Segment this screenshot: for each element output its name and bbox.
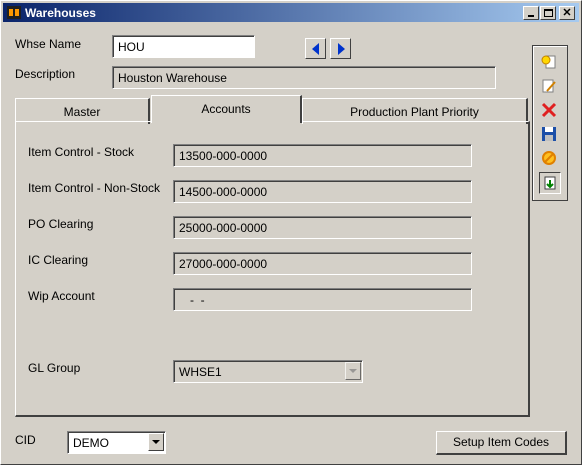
cancel-button[interactable] bbox=[539, 148, 561, 170]
item-control-nonstock-label: Item Control - Non-Stock bbox=[28, 181, 161, 195]
title-bar[interactable]: Warehouses ✕ bbox=[3, 3, 579, 22]
tab-label: Production Plant Priority bbox=[350, 105, 479, 119]
item-control-nonstock-field[interactable]: 14500-000-0000 bbox=[173, 180, 472, 203]
cid-select[interactable]: DEMO bbox=[67, 431, 166, 454]
delete-icon bbox=[541, 102, 557, 118]
gl-group-select[interactable]: WHSE1 bbox=[173, 360, 363, 383]
item-control-stock-field[interactable]: 13500-000-0000 bbox=[173, 144, 472, 167]
window-title: Warehouses bbox=[25, 6, 96, 20]
ic-clearing-label: IC Clearing bbox=[28, 253, 89, 267]
gl-group-dropdown-button[interactable] bbox=[345, 362, 361, 380]
previous-record-button[interactable] bbox=[305, 38, 326, 59]
app-icon bbox=[7, 6, 21, 19]
cid-dropdown-button[interactable] bbox=[148, 433, 164, 451]
maximize-button[interactable] bbox=[540, 6, 556, 20]
cid-value: DEMO bbox=[73, 436, 109, 450]
maximize-icon bbox=[544, 9, 553, 17]
tab-label: Master bbox=[63, 105, 101, 119]
edit-record-button[interactable] bbox=[539, 76, 561, 98]
next-record-button[interactable] bbox=[330, 38, 351, 59]
item-control-stock-label: Item Control - Stock bbox=[28, 145, 135, 159]
description-field[interactable]: Houston Warehouse bbox=[112, 66, 496, 89]
wip-account-field[interactable]: - - bbox=[173, 288, 472, 311]
description-label: Description bbox=[15, 67, 76, 81]
edit-record-icon bbox=[542, 79, 556, 93]
save-button[interactable] bbox=[539, 124, 561, 146]
po-clearing-label: PO Clearing bbox=[28, 217, 94, 231]
chevron-down-icon bbox=[349, 369, 357, 373]
setup-item-codes-label: Setup Item Codes bbox=[452, 435, 550, 449]
save-icon bbox=[542, 127, 556, 141]
record-toolbar bbox=[532, 45, 568, 201]
arrow-left-icon bbox=[312, 43, 319, 55]
gl-group-label: GL Group bbox=[28, 361, 81, 375]
new-record-icon bbox=[541, 55, 556, 69]
tab-label: Accounts bbox=[201, 102, 251, 116]
new-record-button[interactable] bbox=[539, 52, 561, 74]
refresh-icon bbox=[544, 176, 556, 190]
chevron-down-icon bbox=[152, 440, 160, 444]
tab-accounts[interactable]: Accounts bbox=[151, 95, 302, 123]
po-clearing-field[interactable]: 25000-000-0000 bbox=[173, 216, 472, 239]
whse-name-label: Whse Name bbox=[15, 37, 82, 51]
warehouses-window: Warehouses ✕ Whse Name HOU Description H… bbox=[0, 0, 582, 465]
minimize-button[interactable] bbox=[523, 6, 539, 20]
gl-group-value: WHSE1 bbox=[179, 365, 222, 379]
setup-item-codes-button[interactable]: Setup Item Codes bbox=[436, 431, 567, 455]
cancel-icon bbox=[542, 151, 556, 165]
cid-label: CID bbox=[15, 433, 36, 447]
minimize-icon bbox=[528, 15, 534, 17]
delete-button[interactable] bbox=[539, 100, 561, 122]
close-button[interactable]: ✕ bbox=[559, 6, 575, 20]
close-icon: ✕ bbox=[562, 7, 572, 19]
arrow-right-icon bbox=[338, 43, 345, 55]
whse-name-input[interactable]: HOU bbox=[112, 35, 255, 58]
wip-account-label: Wip Account bbox=[28, 289, 95, 303]
ic-clearing-field[interactable]: 27000-000-0000 bbox=[173, 252, 472, 275]
refresh-button[interactable] bbox=[539, 172, 561, 194]
